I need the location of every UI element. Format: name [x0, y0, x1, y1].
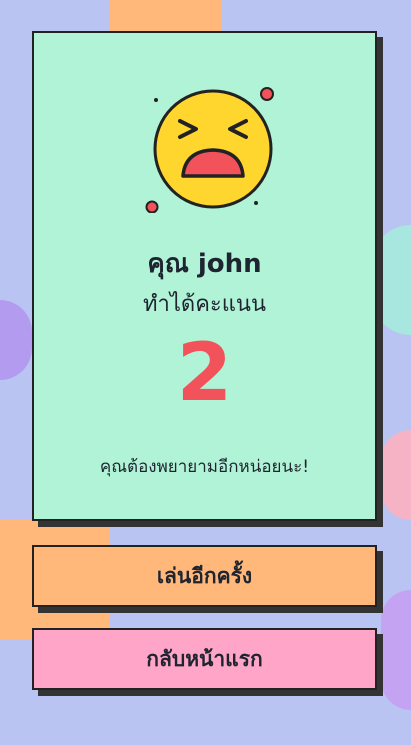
score-subtitle: ทำได้คะแนน — [143, 292, 266, 317]
back-home-button[interactable]: กลับหน้าแรก — [32, 628, 377, 690]
score-value: 2 — [176, 326, 233, 419]
background-shape — [381, 590, 411, 710]
play-again-button[interactable]: เล่นอีกครั้ง — [32, 545, 377, 607]
encouragement-message: คุณต้องพยายามอีกหน่อยนะ! — [99, 457, 310, 477]
background-shape — [381, 430, 411, 520]
player-name-heading: คุณ john — [147, 249, 262, 279]
background-shape — [0, 300, 32, 380]
background-shape — [371, 225, 411, 335]
result-card: คุณ john ทำได้คะแนน 2 คุณต้องพยายามอีกหน… — [32, 31, 377, 521]
background-shape — [110, 0, 222, 32]
tired-face-icon — [145, 87, 274, 213]
